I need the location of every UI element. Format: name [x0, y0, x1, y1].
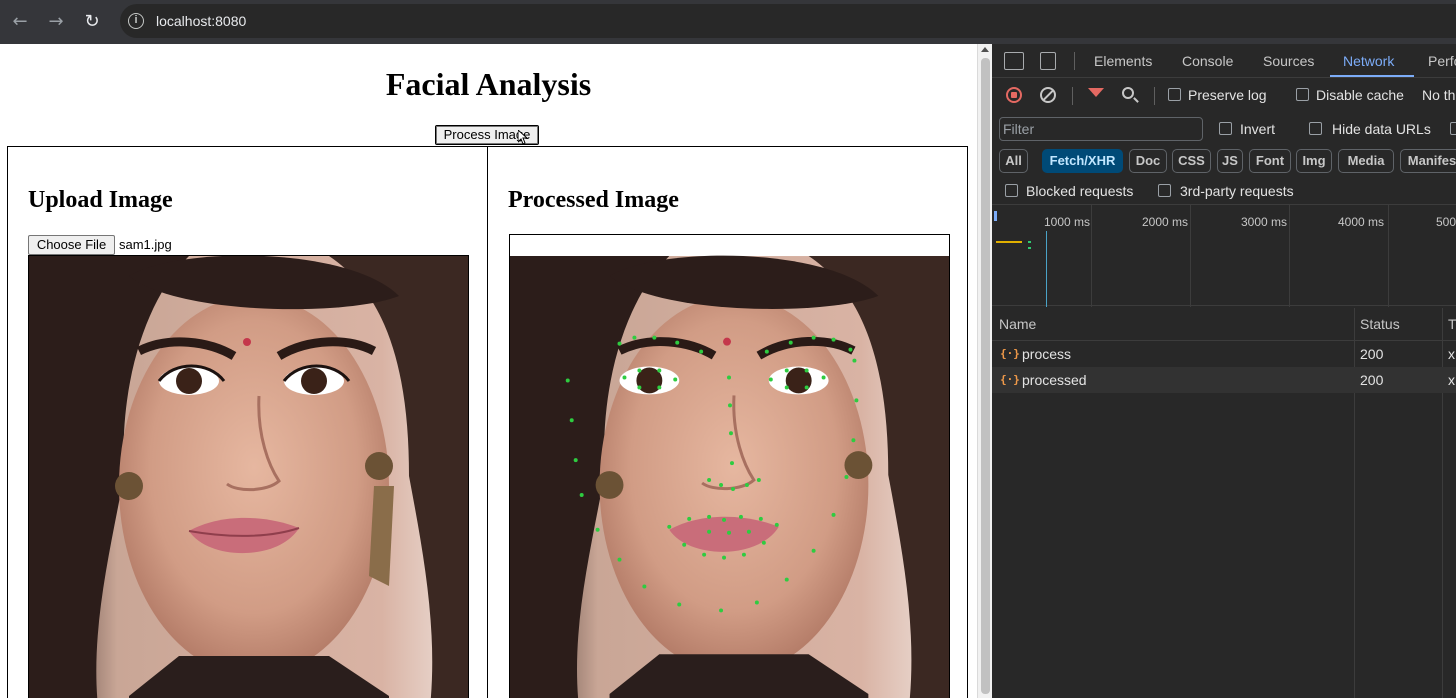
forward-arrow-icon[interactable]: →: [44, 10, 68, 34]
disable-cache-label: Disable cache: [1316, 87, 1404, 103]
request-status: 200: [1360, 346, 1384, 362]
tab-console[interactable]: Console: [1182, 53, 1233, 69]
column-status[interactable]: Status: [1360, 308, 1400, 340]
fetch-request-icon: {·}: [1000, 373, 1020, 386]
search-icon[interactable]: [1122, 87, 1134, 99]
request-type: x: [1448, 346, 1455, 362]
scrollbar-thumb[interactable]: [981, 58, 990, 694]
record-icon[interactable]: [1006, 87, 1022, 103]
tab-elements[interactable]: Elements: [1094, 53, 1152, 69]
invert-label: Invert: [1240, 121, 1276, 137]
site-info-icon[interactable]: i: [128, 13, 144, 29]
filter-input[interactable]: Filter: [999, 117, 1203, 141]
hide-data-urls-label: Hide data URLs: [1332, 121, 1431, 137]
chip-font[interactable]: Font: [1249, 149, 1291, 173]
disable-cache-checkbox[interactable]: [1296, 88, 1309, 101]
request-type: x: [1448, 372, 1455, 388]
scroll-up-arrow-icon[interactable]: [981, 47, 989, 52]
tab-sources[interactable]: Sources: [1263, 53, 1314, 69]
column-type[interactable]: T: [1448, 308, 1456, 340]
preserve-log-checkbox[interactable]: [1168, 88, 1181, 101]
processed-image: [510, 255, 949, 698]
chip-all[interactable]: All: [999, 149, 1028, 173]
tab-performance[interactable]: Perfo: [1428, 53, 1456, 69]
timeline-bar: [1028, 247, 1031, 249]
hide-data-urls-checkbox[interactable]: [1309, 122, 1322, 135]
chip-doc[interactable]: Doc: [1129, 149, 1167, 173]
uploaded-image: [28, 255, 469, 698]
mouse-cursor-icon: [518, 130, 528, 144]
fetch-request-icon: {·}: [1000, 347, 1020, 360]
third-party-label: 3rd-party requests: [1180, 183, 1294, 199]
timeline-selection-handle[interactable]: [994, 211, 997, 221]
chip-js[interactable]: JS: [1217, 149, 1243, 173]
clear-icon[interactable]: [1040, 87, 1056, 103]
table-row[interactable]: {·} process 200 x: [992, 341, 1456, 367]
page-title: Facial Analysis: [385, 66, 592, 102]
request-status: 200: [1360, 372, 1384, 388]
network-request-table: Name Status T {·} process 200 x {·} proc…: [992, 308, 1456, 698]
inspect-element-icon[interactable]: [1004, 52, 1024, 70]
processed-image-frame: [509, 234, 950, 698]
processed-heading: Processed Image: [508, 187, 679, 213]
blocked-requests-checkbox[interactable]: [1005, 184, 1018, 197]
chip-css[interactable]: CSS: [1172, 149, 1211, 173]
timeline-tick: 500: [1436, 215, 1456, 229]
chip-manifest[interactable]: Manifes: [1400, 149, 1456, 173]
throttling-select[interactable]: No th: [1422, 87, 1455, 103]
page-scrollbar[interactable]: [977, 44, 992, 698]
choose-file-button[interactable]: Choose File: [28, 235, 115, 255]
timeline-tick: 3000 ms: [1241, 215, 1288, 229]
third-party-checkbox[interactable]: [1158, 184, 1171, 197]
devtools-panel: Elements Console Sources Network Perfo P…: [992, 44, 1456, 698]
request-name: process: [1022, 346, 1072, 362]
page-viewport: Facial Analysis Process Image Upload Ima…: [0, 44, 977, 698]
browser-toolbar: ← → ↻ i localhost:8080: [0, 0, 1456, 44]
invert-checkbox[interactable]: [1219, 122, 1232, 135]
network-timeline[interactable]: 1000 ms 2000 ms 3000 ms 4000 ms 500: [992, 204, 1456, 307]
address-bar[interactable]: i localhost:8080: [120, 4, 1456, 38]
request-name: processed: [1022, 372, 1087, 388]
chip-media[interactable]: Media: [1338, 149, 1394, 173]
timeline-tick: 2000 ms: [1142, 215, 1189, 229]
url-text: localhost:8080: [156, 13, 247, 29]
tab-network[interactable]: Network: [1343, 53, 1394, 69]
upload-heading: Upload Image: [28, 187, 173, 213]
timeline-tick: 4000 ms: [1338, 215, 1385, 229]
timeline-marker: [1046, 231, 1047, 307]
table-row[interactable]: {·} processed 200 x: [992, 367, 1456, 393]
processed-panel: Processed Image: [487, 146, 968, 698]
column-name[interactable]: Name: [999, 308, 1036, 340]
network-toolbar: Preserve log Disable cache No th: [992, 79, 1456, 111]
back-arrow-icon[interactable]: ←: [8, 10, 32, 34]
upload-panel: Upload Image Choose File sam1.jpg: [7, 146, 489, 698]
extra-checkbox[interactable]: [1450, 122, 1456, 135]
timeline-bar: [1028, 241, 1031, 243]
reload-icon[interactable]: ↻: [80, 10, 104, 34]
devtools-tab-bar: Elements Console Sources Network Perfo: [992, 44, 1456, 78]
chip-img[interactable]: Img: [1296, 149, 1332, 173]
blocked-requests-label: Blocked requests: [1026, 183, 1134, 199]
timeline-bar: [996, 241, 1022, 243]
preserve-log-label: Preserve log: [1188, 87, 1267, 103]
selected-file-name: sam1.jpg: [119, 237, 172, 252]
active-tab-indicator: [1330, 75, 1414, 77]
timeline-tick: 1000 ms: [1044, 215, 1091, 229]
device-toolbar-icon[interactable]: [1040, 52, 1056, 70]
chip-fetch-xhr[interactable]: Fetch/XHR: [1042, 149, 1123, 173]
filter-icon[interactable]: [1088, 88, 1104, 97]
